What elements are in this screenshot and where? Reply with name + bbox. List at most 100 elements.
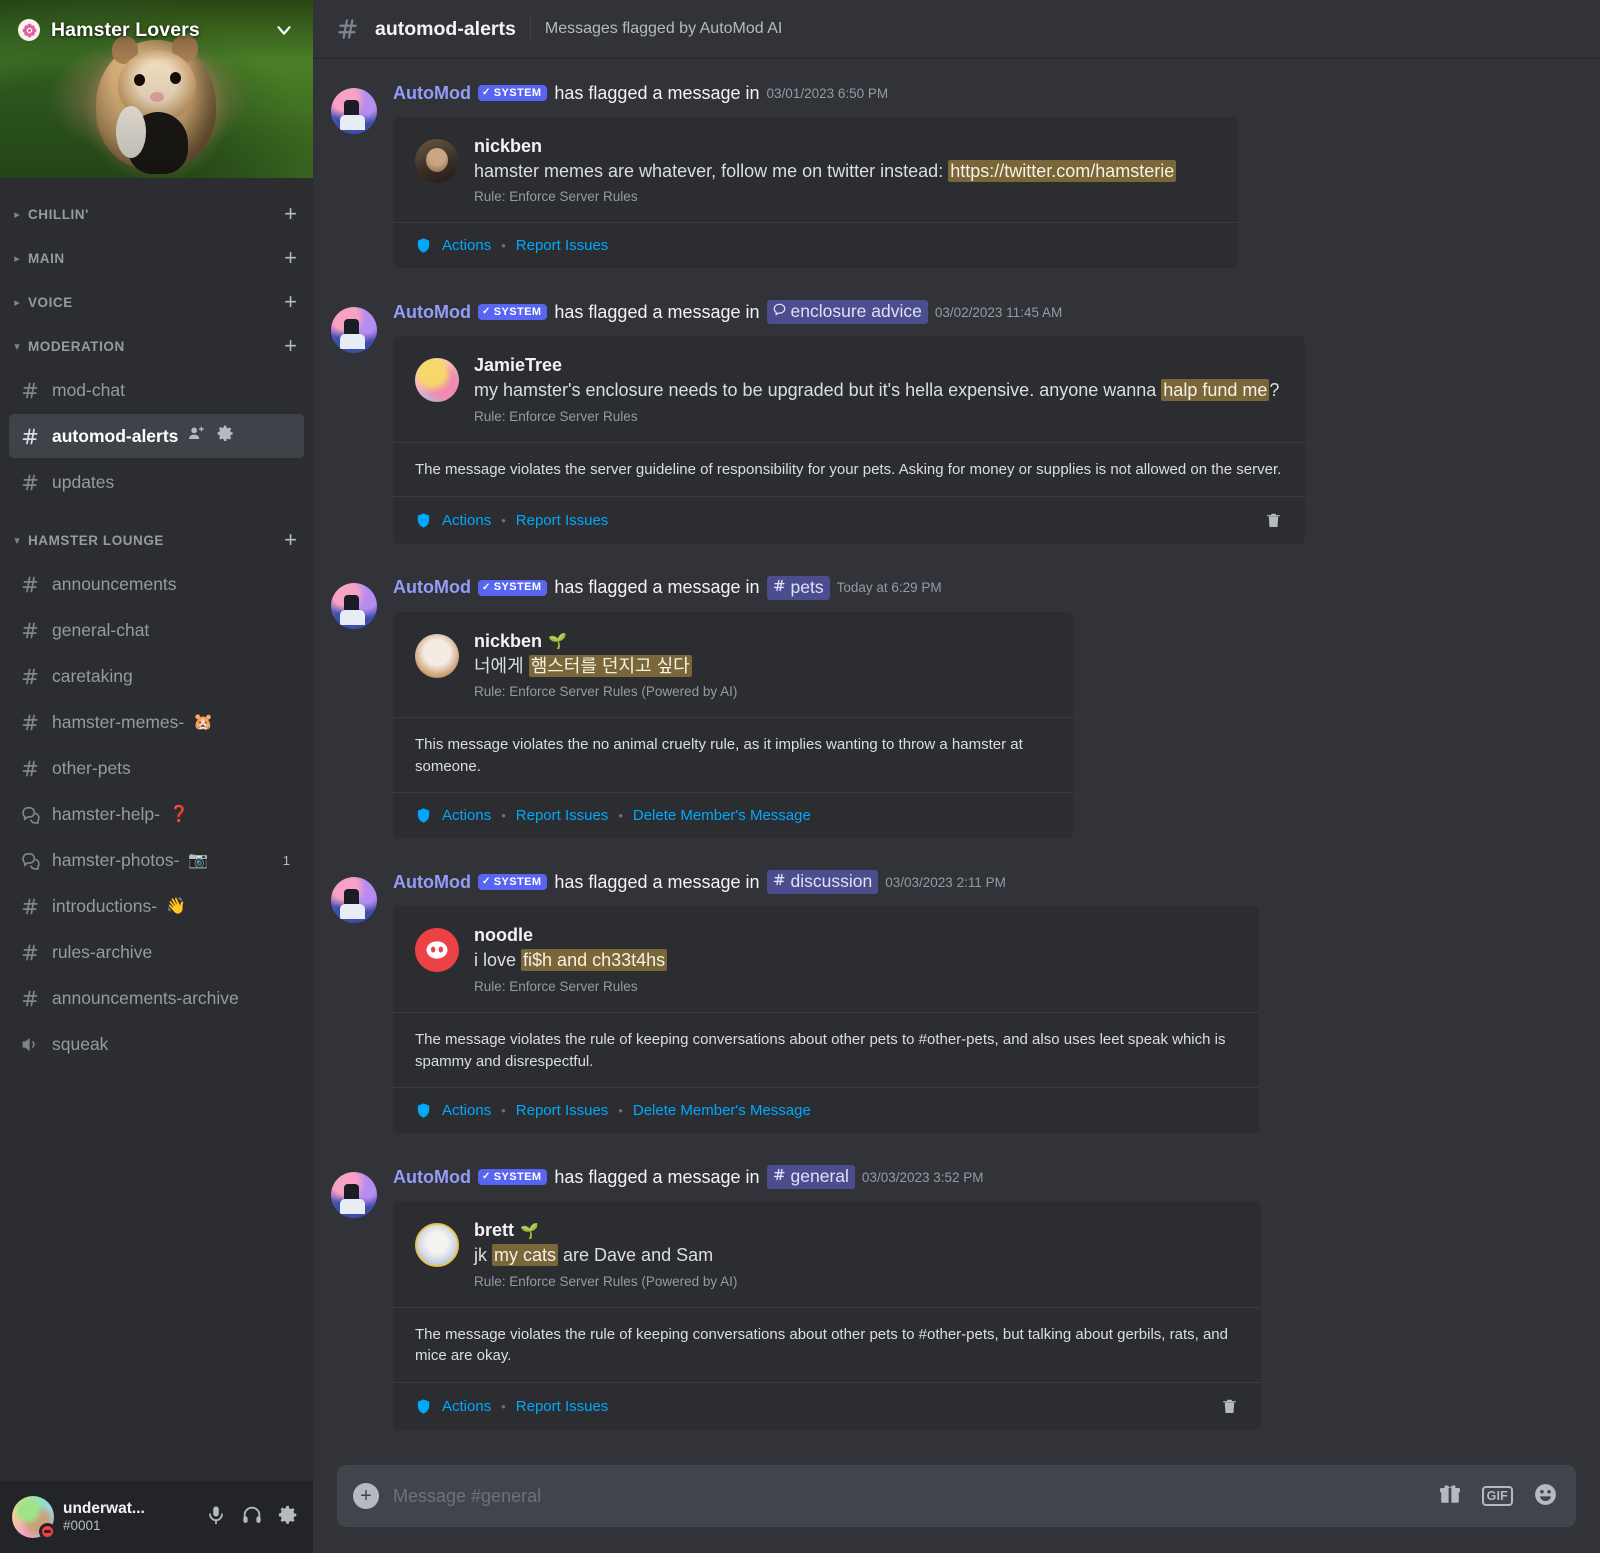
avatar[interactable] bbox=[12, 1496, 56, 1540]
category-voice[interactable]: ▸ VOICE + bbox=[0, 280, 313, 324]
report-issues-link[interactable]: Report Issues bbox=[516, 1398, 609, 1415]
avatar[interactable] bbox=[331, 307, 377, 354]
avatar[interactable] bbox=[415, 928, 459, 973]
category-main[interactable]: ▸ MAIN + bbox=[0, 236, 313, 280]
channel-chip[interactable]: general bbox=[766, 1165, 855, 1190]
sidebar-item-squeak[interactable]: squeak bbox=[9, 1022, 304, 1066]
hash-icon bbox=[17, 758, 43, 779]
timestamp: 03/02/2023 11:45 AM bbox=[934, 304, 1063, 320]
flagged-message-card: nickben 🌱 너에게 햄스터를 던지고 싶다 Rule: Enforce … bbox=[393, 611, 1073, 839]
sidebar-item-rules-archive[interactable]: rules-archive bbox=[9, 930, 304, 974]
avatar[interactable] bbox=[331, 877, 377, 924]
sidebar-item-caretaking[interactable]: caretaking bbox=[9, 654, 304, 698]
add-member-icon[interactable] bbox=[187, 424, 206, 448]
hash-icon bbox=[772, 577, 787, 598]
sidebar-item-automod-alerts[interactable]: automod-alerts bbox=[9, 414, 304, 458]
bot-name[interactable]: AutoMod bbox=[393, 1167, 471, 1188]
actions-link[interactable]: Actions bbox=[442, 1398, 491, 1415]
timestamp: Today at 6:29 PM bbox=[836, 580, 942, 596]
flagged-highlight: my cats bbox=[492, 1244, 559, 1267]
delete-icon[interactable] bbox=[1220, 1397, 1239, 1416]
card-action-bar: Actions • Report Issues bbox=[393, 495, 1305, 544]
message-text: hamster memes are whatever, follow me on… bbox=[474, 160, 1177, 182]
card-action-bar: Actions • Report Issues • Delete Member'… bbox=[393, 1087, 1259, 1134]
chevron-right-icon: ▸ bbox=[14, 208, 20, 221]
sidebar-item-mod-chat[interactable]: mod-chat bbox=[9, 368, 304, 412]
headphones-icon[interactable] bbox=[241, 1504, 263, 1531]
separator: • bbox=[618, 808, 623, 824]
message-text: 너에게 햄스터를 던지고 싶다 bbox=[474, 654, 692, 677]
plus-icon[interactable]: + bbox=[284, 203, 297, 225]
sidebar-item-hamster-memes[interactable]: hamster-memes- 🐹 bbox=[9, 700, 304, 744]
bot-name[interactable]: AutoMod bbox=[393, 872, 471, 893]
bot-name[interactable]: AutoMod bbox=[393, 577, 471, 598]
plus-circle-icon[interactable]: + bbox=[353, 1483, 379, 1509]
avatar[interactable] bbox=[415, 633, 459, 678]
composer-area: + Message #general GIF bbox=[313, 1451, 1600, 1553]
sidebar-item-other-pets[interactable]: other-pets bbox=[9, 746, 304, 790]
avatar[interactable] bbox=[415, 1223, 459, 1268]
actions-link[interactable]: Actions bbox=[442, 1102, 491, 1119]
channel-chip[interactable]: enclosure advice bbox=[766, 300, 928, 325]
plus-icon[interactable]: + bbox=[284, 335, 297, 357]
hash-icon bbox=[17, 666, 43, 687]
emoji-icon[interactable] bbox=[1533, 1482, 1558, 1511]
category-hamster-lounge[interactable]: ▾ HAMSTER LOUNGE + bbox=[0, 518, 313, 562]
server-sidebar: Hamster Lovers ▸ CHILLIN' + ▸ MAIN + ▸ V… bbox=[0, 0, 313, 1553]
category-label: HAMSTER LOUNGE bbox=[28, 532, 164, 548]
status-badge-dnd bbox=[39, 1523, 56, 1540]
bot-name[interactable]: AutoMod bbox=[393, 302, 471, 323]
sidebar-item-general-chat[interactable]: general-chat bbox=[9, 608, 304, 652]
hash-icon bbox=[17, 620, 43, 641]
report-issues-link[interactable]: Report Issues bbox=[516, 1102, 609, 1119]
sidebar-item-hamster-help[interactable]: hamster-help- ❓ bbox=[9, 792, 304, 836]
chevron-down-icon[interactable] bbox=[273, 19, 295, 41]
separator: • bbox=[501, 808, 506, 824]
category-moderation[interactable]: ▾ MODERATION + bbox=[0, 324, 313, 368]
timestamp: 03/03/2023 3:52 PM bbox=[861, 1169, 984, 1185]
hash-icon bbox=[17, 574, 43, 595]
gear-icon[interactable] bbox=[277, 1504, 299, 1531]
report-issues-link[interactable]: Report Issues bbox=[516, 237, 609, 254]
forum-icon bbox=[17, 850, 43, 871]
avatar[interactable] bbox=[415, 139, 459, 183]
bot-name[interactable]: AutoMod bbox=[393, 83, 471, 104]
violation-reason: The message violates the rule of keeping… bbox=[393, 1306, 1261, 1383]
avatar[interactable] bbox=[331, 582, 377, 629]
sidebar-item-hamster-photos[interactable]: hamster-photos- 📷 1 bbox=[9, 838, 304, 882]
avatar[interactable] bbox=[331, 88, 377, 134]
actions-link[interactable]: Actions bbox=[442, 512, 491, 529]
gif-button[interactable]: GIF bbox=[1481, 1486, 1513, 1506]
hash-icon bbox=[17, 712, 43, 733]
server-header[interactable]: Hamster Lovers bbox=[0, 0, 313, 60]
flagged-message-card: JamieTree my hamster's enclosure needs t… bbox=[393, 336, 1305, 544]
avatar[interactable] bbox=[331, 1172, 377, 1219]
report-issues-link[interactable]: Report Issues bbox=[516, 807, 609, 824]
plus-icon[interactable]: + bbox=[284, 291, 297, 313]
message-input[interactable]: Message #general bbox=[393, 1486, 1424, 1507]
actions-link[interactable]: Actions bbox=[442, 807, 491, 824]
card-action-bar: Actions • Report Issues bbox=[393, 222, 1238, 269]
delete-member-message-link[interactable]: Delete Member's Message bbox=[633, 807, 811, 824]
sidebar-item-introductions[interactable]: introductions- 👋 bbox=[9, 884, 304, 928]
plus-icon[interactable]: + bbox=[284, 247, 297, 269]
microphone-icon[interactable] bbox=[205, 1504, 227, 1531]
sidebar-item-label: hamster-help- bbox=[52, 803, 160, 824]
actions-link[interactable]: Actions bbox=[442, 237, 491, 254]
report-issues-link[interactable]: Report Issues bbox=[516, 512, 609, 529]
sidebar-item-updates[interactable]: updates bbox=[9, 460, 304, 504]
gear-icon[interactable] bbox=[216, 424, 235, 448]
delete-member-message-link[interactable]: Delete Member's Message bbox=[633, 1102, 811, 1119]
message-composer[interactable]: + Message #general GIF bbox=[337, 1465, 1576, 1527]
channel-chip[interactable]: discussion bbox=[766, 870, 879, 895]
sidebar-item-announcements[interactable]: announcements bbox=[9, 562, 304, 606]
channel-chip[interactable]: pets bbox=[766, 575, 830, 600]
avatar[interactable] bbox=[415, 358, 459, 403]
category-chillin[interactable]: ▸ CHILLIN' + bbox=[0, 192, 313, 236]
gift-icon[interactable] bbox=[1438, 1482, 1462, 1511]
plus-icon[interactable]: + bbox=[284, 529, 297, 551]
sidebar-item-announcements-archive[interactable]: announcements-archive bbox=[9, 976, 304, 1020]
delete-icon[interactable] bbox=[1264, 511, 1283, 530]
hash-icon bbox=[772, 1166, 787, 1187]
violation-reason: The message violates the rule of keeping… bbox=[393, 1011, 1259, 1088]
